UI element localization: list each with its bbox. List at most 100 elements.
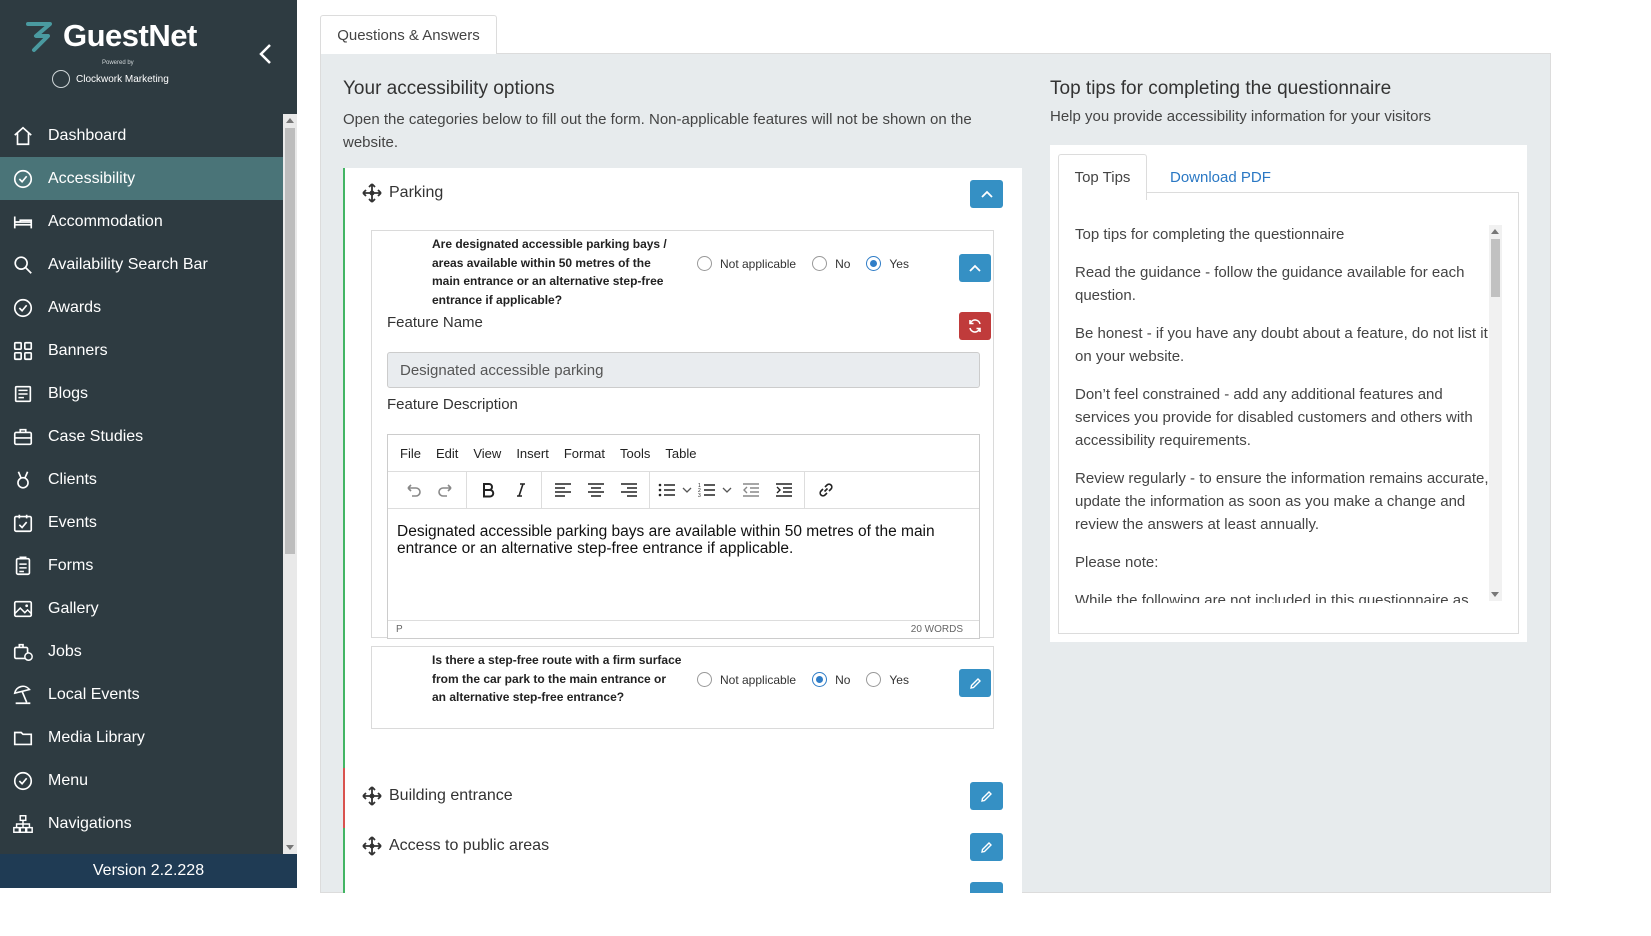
sidebar-item-dashboard[interactable]: Dashboard bbox=[0, 114, 283, 157]
scroll-up-arrow-icon[interactable] bbox=[1491, 229, 1499, 234]
sidebar-item-label: Banners bbox=[48, 341, 108, 359]
sidebar-item-navigations[interactable]: Navigations bbox=[0, 802, 283, 845]
sidebar-item-banners[interactable]: Banners bbox=[0, 329, 283, 372]
align-right-button[interactable] bbox=[612, 475, 645, 505]
align-right-icon bbox=[620, 483, 637, 497]
sidebar-item-gallery[interactable]: Gallery bbox=[0, 587, 283, 630]
bold-button[interactable] bbox=[471, 475, 504, 505]
menu-insert[interactable]: Insert bbox=[516, 446, 549, 461]
menu-view[interactable]: View bbox=[473, 446, 501, 461]
sidebar-item-awards[interactable]: Awards bbox=[0, 286, 283, 329]
edit-category-button[interactable] bbox=[970, 833, 1003, 861]
sidebar-item-label: Accessibility bbox=[48, 169, 136, 187]
editor-menubar: File Edit View Insert Format Tools Table bbox=[388, 435, 979, 472]
question-text: Is there a step-free route with a firm s… bbox=[432, 653, 682, 704]
move-icon[interactable] bbox=[362, 836, 382, 856]
collapse-sidebar-button[interactable] bbox=[256, 42, 276, 66]
menu-format[interactable]: Format bbox=[564, 446, 605, 461]
radio-label: Not applicable bbox=[720, 672, 797, 687]
sidebar-item-blogs[interactable]: Blogs bbox=[0, 372, 283, 415]
chevron-down-icon bbox=[722, 487, 732, 493]
radio-label: Yes bbox=[889, 256, 909, 271]
answer-options: Not applicable No Yes bbox=[697, 256, 925, 271]
collapse-category-button[interactable] bbox=[970, 180, 1003, 208]
collapse-question-button[interactable] bbox=[959, 254, 991, 282]
bed-icon bbox=[12, 211, 34, 233]
sidebar-item-label: Blogs bbox=[48, 384, 89, 402]
sidebar-item-accommodation[interactable]: Accommodation bbox=[0, 200, 283, 243]
redo-button[interactable] bbox=[429, 475, 462, 505]
tips-scrollbar[interactable] bbox=[1489, 225, 1502, 601]
sidebar-item-forms[interactable]: Forms bbox=[0, 544, 283, 587]
sidebar-item-availability-search-bar[interactable]: Availability Search Bar bbox=[0, 243, 283, 286]
category-building-entrance[interactable]: Building entrance bbox=[343, 773, 1022, 819]
editor-content[interactable]: Designated accessible parking bays are a… bbox=[397, 523, 967, 557]
bullet-list-dropdown[interactable] bbox=[680, 475, 694, 505]
sidebar-item-label: Media Library bbox=[48, 728, 145, 746]
sidebar-scrollbar-thumb[interactable] bbox=[285, 128, 295, 554]
sidebar-bottom-strip bbox=[0, 888, 297, 936]
menu-tools[interactable]: Tools bbox=[620, 446, 650, 461]
radio-yes[interactable] bbox=[866, 672, 882, 687]
reset-button[interactable] bbox=[959, 312, 991, 340]
grid-icon bbox=[12, 340, 34, 362]
sidebar-item-jobs[interactable]: Jobs bbox=[0, 630, 283, 673]
category-label: Access to public areas bbox=[389, 837, 550, 854]
sidebar-item-label: Clients bbox=[48, 470, 97, 488]
undo-button[interactable] bbox=[396, 475, 429, 505]
scroll-down-arrow-icon[interactable] bbox=[1491, 592, 1499, 597]
pencil-icon bbox=[969, 677, 981, 689]
indent-button[interactable] bbox=[767, 475, 800, 505]
sidebar-item-menu[interactable]: Menu bbox=[0, 759, 283, 802]
sidebar-item-media-library[interactable]: Media Library bbox=[0, 716, 283, 759]
sidebar-scrollbar[interactable] bbox=[283, 114, 297, 854]
outdent-button[interactable] bbox=[734, 475, 767, 505]
sidebar-item-clients[interactable]: Clients bbox=[0, 458, 283, 501]
move-icon[interactable] bbox=[362, 183, 382, 203]
italic-button[interactable] bbox=[504, 475, 537, 505]
radio-yes[interactable] bbox=[866, 256, 882, 271]
toolbar-divider bbox=[541, 471, 542, 509]
move-icon[interactable] bbox=[362, 786, 382, 806]
sidebar-item-accessibility[interactable]: Accessibility bbox=[0, 157, 283, 200]
feature-name-input[interactable]: Designated accessible parking bbox=[387, 352, 980, 388]
sidebar-item-local-events[interactable]: Local Events bbox=[0, 673, 283, 716]
element-path[interactable]: P bbox=[396, 624, 403, 635]
chevron-left-icon bbox=[259, 44, 271, 64]
radio-not-applicable[interactable] bbox=[697, 256, 712, 271]
radio-no[interactable] bbox=[812, 256, 828, 271]
category-parking[interactable]: Parking bbox=[343, 170, 1022, 216]
edit-category-button[interactable] bbox=[970, 882, 1003, 893]
scroll-down-arrow-icon[interactable] bbox=[286, 845, 294, 850]
sidebar-item-case-studies[interactable]: Case Studies bbox=[0, 415, 283, 458]
home-icon bbox=[12, 125, 34, 147]
guestnet-logo[interactable]: GuestNet Powered by Clockwork Marketing bbox=[24, 16, 224, 96]
tips-scroll-area[interactable]: Top tips for completing the questionnair… bbox=[1075, 223, 1495, 603]
numbered-list-dropdown[interactable] bbox=[720, 475, 734, 505]
numbered-list-button[interactable]: 123 bbox=[694, 475, 720, 505]
align-center-icon bbox=[587, 483, 604, 497]
tab-download-pdf[interactable]: Download PDF bbox=[1170, 154, 1271, 200]
menu-table[interactable]: Table bbox=[665, 446, 696, 461]
tips-scrollbar-thumb[interactable] bbox=[1491, 239, 1500, 297]
align-left-button[interactable] bbox=[546, 475, 579, 505]
edit-category-button[interactable] bbox=[970, 782, 1003, 810]
calendar-check-icon bbox=[12, 512, 34, 534]
company-name: Clockwork Marketing bbox=[52, 70, 169, 88]
category-public-areas[interactable]: Access to public areas bbox=[343, 823, 1022, 869]
menu-file[interactable]: File bbox=[400, 446, 421, 461]
menu-edit[interactable]: Edit bbox=[436, 446, 458, 461]
category-label: Building entrance bbox=[389, 787, 513, 804]
tab-questions-answers[interactable]: Questions & Answers bbox=[320, 15, 497, 54]
feature-name-label: Feature Name bbox=[387, 314, 483, 331]
radio-not-applicable[interactable] bbox=[697, 672, 712, 687]
edit-question-button[interactable] bbox=[959, 669, 991, 697]
tab-top-tips[interactable]: Top Tips bbox=[1058, 154, 1147, 200]
scroll-up-arrow-icon[interactable] bbox=[286, 118, 294, 123]
sidebar-item-events[interactable]: Events bbox=[0, 501, 283, 544]
tip-paragraph: Top tips for completing the questionnair… bbox=[1075, 226, 1345, 243]
bullet-list-button[interactable] bbox=[654, 475, 680, 505]
insert-link-button[interactable] bbox=[809, 475, 842, 505]
radio-no[interactable] bbox=[812, 672, 828, 687]
align-center-button[interactable] bbox=[579, 475, 612, 505]
